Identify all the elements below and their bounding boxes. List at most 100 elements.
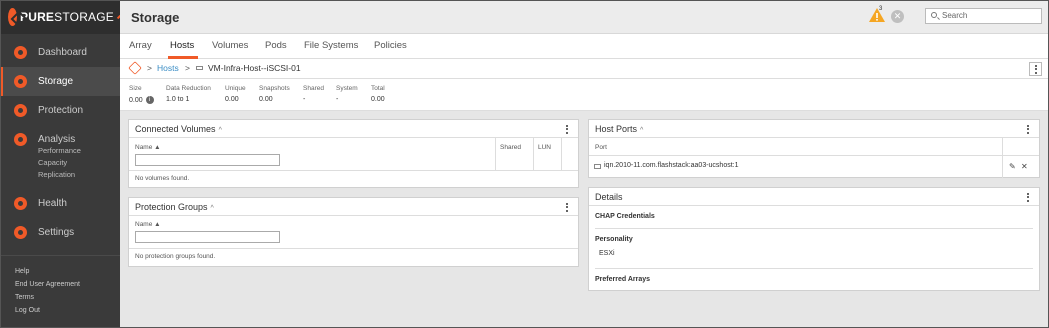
column-header-port[interactable]: Port (595, 144, 607, 151)
details-panel: Details CHAP Credentials Personality ESX… (588, 187, 1040, 291)
chap-credentials-label: CHAP Credentials (595, 213, 655, 220)
collapse-caret-icon[interactable]: ^ (640, 127, 643, 134)
brand-logo[interactable]: PURESTORAGE (0, 0, 122, 34)
sidebar-item-label: Settings (38, 227, 75, 238)
kebab-menu-icon (1025, 191, 1031, 203)
sidebar-subitem-capacity[interactable]: Capacity (0, 157, 120, 169)
connected-volumes-panel: Connected Volumes ^ Name ▲ Shared LUN No … (128, 119, 579, 188)
sidebar-item-settings[interactable]: Settings (0, 218, 120, 247)
array-home-icon[interactable] (128, 61, 142, 75)
tab-array[interactable]: Array (129, 40, 152, 51)
host-ports-panel: Host Ports ^ Port iqn.2010-11.com.flashst… (588, 119, 1040, 178)
column-header-lun[interactable]: LUN (538, 144, 551, 151)
alert-count-badge: 3 (879, 6, 883, 12)
storage-icon (14, 75, 27, 88)
sidebar-subitem-replication[interactable]: Replication (0, 169, 120, 181)
remove-icon[interactable]: ✕ (1021, 163, 1029, 171)
stat-value: 0.00 (225, 96, 239, 103)
stat-value: 0.00 (259, 96, 273, 103)
analysis-icon (14, 133, 27, 146)
stat-value: 1.0 to 1 (166, 96, 190, 103)
breadcrumb-host-name: VM-Infra-Host--iSCSI-01 (208, 63, 301, 73)
kebab-menu-icon (564, 201, 570, 213)
info-icon[interactable]: i (145, 96, 154, 104)
panel-menu-button[interactable] (564, 123, 570, 135)
column-header-name[interactable]: Name ▲ (135, 221, 161, 228)
sidebar-item-label: Protection (38, 105, 84, 116)
terms-link[interactable]: Terms (15, 291, 80, 304)
stat-value: - (303, 96, 306, 103)
help-link[interactable]: Help (15, 265, 80, 278)
row-divider (595, 268, 1033, 269)
tab-volumes[interactable]: Volumes (212, 40, 248, 51)
tab-policies[interactable]: Policies (374, 40, 407, 51)
sidebar-item-protection[interactable]: Protection (0, 96, 120, 125)
row-divider (129, 248, 578, 249)
tab-pods[interactable]: Pods (265, 40, 287, 51)
column-label: Name (135, 221, 153, 228)
sort-ascending-icon: ▲ (154, 144, 161, 151)
stat-value: 0.00 (129, 96, 143, 104)
stat-snapshots: Snapshots 0.00 (259, 85, 290, 103)
tab-hosts[interactable]: Hosts (170, 40, 194, 51)
sidebar-footer: Help End User Agreement Terms Log Out (15, 265, 80, 317)
row-divider (589, 155, 1039, 156)
gear-icon (14, 226, 27, 239)
stat-total: Total 0.00 (371, 85, 385, 103)
row-divider (595, 228, 1033, 229)
stat-size: Size 0.00 i (129, 85, 154, 104)
preferred-arrays-label: Preferred Arrays (595, 276, 650, 283)
empty-state-message: No protection groups found. (135, 253, 216, 260)
search-input[interactable]: Search (925, 8, 1042, 24)
stat-system: System - (336, 85, 358, 103)
breadcrumb-separator: > (147, 63, 152, 73)
sidebar-item-label: Dashboard (38, 47, 87, 58)
panel-title: Protection Groups (135, 202, 208, 212)
sidebar-divider (0, 255, 120, 256)
eula-link[interactable]: End User Agreement (15, 278, 80, 291)
shield-icon (14, 104, 27, 117)
panel-menu-button[interactable] (1025, 123, 1031, 135)
page-title: Storage (131, 10, 180, 25)
kebab-menu-icon (1025, 123, 1031, 135)
sidebar: PURESTORAGE Dashboard Storage Protection… (0, 0, 122, 328)
stat-label: Shared (303, 85, 324, 92)
search-placeholder: Search (942, 11, 968, 20)
logout-link[interactable]: Log Out (15, 304, 80, 317)
breadcrumb: > Hosts > VM-Infra-Host--iSCSI-01 (120, 59, 1049, 79)
kebab-menu-icon (1030, 63, 1041, 75)
stat-value: 0.00 (371, 96, 385, 103)
stat-label: Data Reduction (166, 85, 211, 92)
stat-label: Unique (225, 85, 246, 92)
column-header-name[interactable]: Name ▲ (135, 144, 161, 151)
column-header-shared[interactable]: Shared (500, 144, 521, 151)
sidebar-item-storage[interactable]: Storage (0, 67, 120, 96)
panel-menu-button[interactable] (564, 201, 570, 213)
sidebar-item-health[interactable]: Health (0, 189, 120, 218)
collapse-caret-icon[interactable]: ^ (211, 205, 214, 212)
edit-icon[interactable]: ✎ (1009, 163, 1017, 171)
host-actions-menu-button[interactable] (1029, 62, 1042, 76)
breadcrumb-hosts-link[interactable]: Hosts (157, 63, 179, 73)
name-filter-input[interactable] (135, 231, 280, 243)
sidebar-item-analysis[interactable]: Analysis (0, 125, 120, 154)
brand-name-thin: STORAGE (54, 10, 114, 24)
host-icon (196, 66, 203, 70)
column-divider (495, 138, 496, 170)
name-filter-input[interactable] (135, 154, 280, 166)
sidebar-item-label: Storage (38, 76, 74, 87)
stat-shared: Shared - (303, 85, 324, 103)
port-icon (594, 164, 601, 169)
sidebar-item-dashboard[interactable]: Dashboard (0, 38, 120, 67)
tab-file-systems[interactable]: File Systems (304, 40, 358, 51)
stat-unique: Unique 0.00 (225, 85, 246, 103)
collapse-caret-icon[interactable]: ^ (219, 127, 222, 134)
warning-icon[interactable] (869, 8, 885, 22)
search-icon (931, 12, 937, 18)
stat-label: Total (371, 85, 385, 92)
personality-label: Personality (595, 236, 633, 243)
stat-label: Snapshots (259, 85, 290, 92)
close-icon[interactable]: ✕ (891, 10, 904, 23)
panel-menu-button[interactable] (1025, 191, 1031, 203)
panel-title: Connected Volumes (135, 124, 216, 134)
